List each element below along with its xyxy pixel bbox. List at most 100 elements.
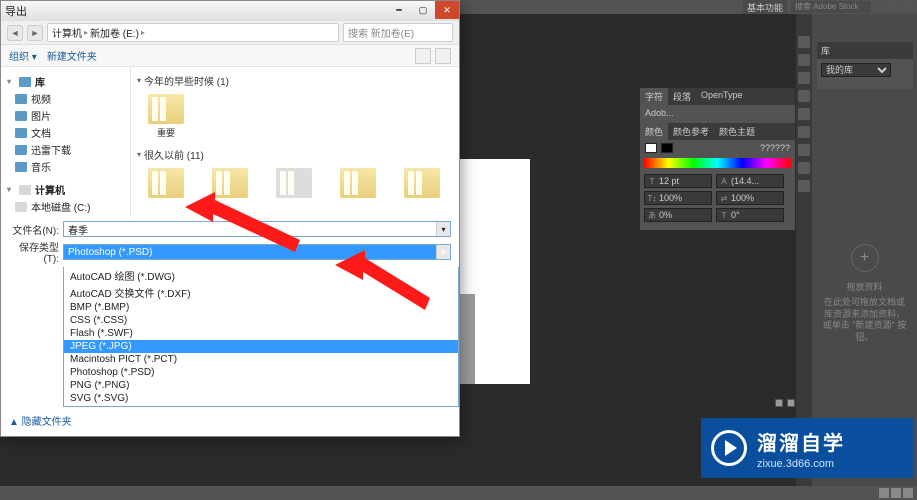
watermark: 溜溜自学 zixue.3d66.com — [701, 418, 913, 478]
filetype-option[interactable]: SVG (*.SVG) — [64, 392, 458, 405]
app-close-button[interactable] — [903, 2, 913, 12]
resize-handles[interactable] — [775, 399, 795, 407]
tree-computer[interactable]: ▾计算机 — [5, 181, 126, 198]
folder-icon — [340, 168, 376, 198]
dialog-maximize-button[interactable]: ▢ — [411, 1, 435, 19]
add-asset-button[interactable]: + — [851, 244, 879, 272]
workspace-switcher[interactable]: 基本功能 — [743, 0, 787, 15]
hide-folders-toggle[interactable]: ▲ 隐藏文件夹 — [9, 413, 72, 428]
nav-tree[interactable]: ▾库 视频 图片 文档 迅雷下载 音乐 ▾计算机 本地磁盘 (C:) 本地磁盘 … — [1, 67, 131, 217]
rail-icon[interactable] — [798, 108, 810, 120]
tree-libraries[interactable]: ▾库 — [5, 73, 126, 90]
library-drop-area[interactable]: + 拖放资料 在此处可拖放文档或库资源来添加资料，或单击 "新建资源" 按钮。 — [822, 244, 907, 344]
dialog-search[interactable]: 搜索 新加卷(E) — [343, 23, 453, 42]
drop-desc: 在此处可拖放文档或库资源来添加资料，或单击 "新建资源" 按钮。 — [822, 297, 907, 344]
color-spectrum[interactable] — [644, 158, 791, 168]
char-tabs: 字符 段落 OpenType — [640, 88, 795, 105]
folder-icon — [15, 128, 27, 138]
tree-item[interactable]: 迅雷下载 — [5, 141, 126, 158]
folder-item[interactable] — [271, 168, 317, 198]
rail-icon[interactable] — [798, 144, 810, 156]
stroke-swatch[interactable] — [661, 143, 673, 153]
nav-forward-button[interactable]: ► — [27, 25, 43, 41]
font-family-field[interactable]: Adob... — [645, 108, 790, 118]
rail-icon[interactable] — [798, 162, 810, 174]
folder-icon — [15, 111, 27, 121]
filetype-option[interactable]: BMP (*.BMP) — [64, 301, 458, 314]
folder-icon — [15, 94, 27, 104]
leading-field[interactable]: A(14.4... — [716, 174, 784, 188]
fill-swatch[interactable] — [645, 143, 657, 153]
status-icon[interactable] — [891, 488, 901, 498]
folder-item[interactable] — [143, 168, 189, 198]
tree-item[interactable]: 本地磁盘 (D:) — [5, 215, 126, 217]
tree-item[interactable]: 视频 — [5, 90, 126, 107]
dialog-close-button[interactable]: ✕ — [435, 1, 459, 19]
tab-color[interactable]: 颜色 — [640, 123, 668, 140]
filetype-option[interactable]: PNG (*.PNG) — [64, 379, 458, 392]
leading-icon: A — [719, 177, 729, 186]
stock-search[interactable]: 搜索 Adobe Stock — [791, 1, 871, 13]
view-mode-button[interactable] — [415, 48, 431, 64]
folder-item[interactable] — [207, 168, 253, 198]
filename-input[interactable]: 春季▾ — [63, 221, 451, 237]
rail-icon[interactable] — [798, 36, 810, 48]
file-list[interactable]: ▾今年的早些时候 (1) 重要 ▾很久以前 (11) — [131, 67, 459, 217]
filetype-option[interactable]: AutoCAD 绘图 (*.DWG) — [64, 267, 458, 284]
filetype-option[interactable]: JPEG (*.JPG) — [64, 340, 458, 353]
tree-item[interactable]: 本地磁盘 (C:) — [5, 198, 126, 215]
file-group[interactable]: ▾今年的早些时候 (1) — [137, 71, 453, 92]
rail-icon[interactable] — [798, 90, 810, 102]
folder-item[interactable]: 重要 — [143, 94, 189, 139]
filetype-combo[interactable]: Photoshop (*.PSD)▾ — [63, 244, 451, 260]
status-bar — [0, 486, 917, 500]
vscale-field[interactable]: T↕100% — [644, 191, 712, 205]
hscale-field[interactable]: ⇄100% — [716, 191, 784, 205]
filetype-dropdown[interactable]: AutoCAD 绘图 (*.DWG)AutoCAD 交换文件 (*.DXF)BM… — [63, 267, 459, 407]
library-tab[interactable]: 库 — [817, 42, 913, 59]
maximize-button[interactable] — [889, 2, 899, 12]
folder-item[interactable] — [335, 168, 381, 198]
play-icon — [711, 430, 747, 466]
font-size-field[interactable]: T12 pt — [644, 174, 712, 188]
rail-icon[interactable] — [798, 72, 810, 84]
folder-item[interactable] — [399, 168, 445, 198]
vscale-icon: T↕ — [647, 194, 657, 203]
filetype-option[interactable]: Macintosh PICT (*.PCT) — [64, 353, 458, 366]
dialog-minimize-button[interactable]: ━ — [387, 1, 411, 19]
dropdown-icon[interactable]: ▾ — [436, 222, 450, 236]
tree-item[interactable]: 图片 — [5, 107, 126, 124]
tab-opentype[interactable]: OpenType — [696, 88, 748, 105]
tab-character[interactable]: 字符 — [640, 88, 668, 105]
new-folder-button[interactable]: 新建文件夹 — [47, 48, 97, 63]
help-button[interactable] — [435, 48, 451, 64]
breadcrumb-part[interactable]: 计算机 — [52, 25, 82, 40]
tab-color-themes[interactable]: 颜色主题 — [714, 123, 760, 140]
status-icon[interactable] — [879, 488, 889, 498]
tree-item[interactable]: 音乐 — [5, 158, 126, 175]
filetype-option[interactable]: Flash (*.SWF) — [64, 327, 458, 340]
nav-back-button[interactable]: ◄ — [7, 25, 23, 41]
filetype-option[interactable]: CSS (*.CSS) — [64, 314, 458, 327]
breadcrumb-part[interactable]: 新加卷 (E:) — [90, 25, 139, 40]
character-panel: 字符 段落 OpenType Adob... 颜色 颜色参考 颜色主题 ????… — [640, 88, 795, 230]
breadcrumb[interactable]: 计算机▸ 新加卷 (E:)▸ — [47, 23, 339, 42]
rail-icon[interactable] — [798, 180, 810, 192]
organize-button[interactable]: 组织 ▾ — [9, 48, 37, 63]
status-icon[interactable] — [903, 488, 913, 498]
baseline-field[interactable]: あ0% — [644, 208, 712, 222]
rail-icon[interactable] — [798, 126, 810, 138]
library-panel: 库 我的库 — [817, 42, 913, 89]
tab-paragraph[interactable]: 段落 — [668, 88, 696, 105]
filetype-option[interactable]: Photoshop (*.PSD) — [64, 366, 458, 379]
dropdown-icon[interactable]: ▾ — [436, 245, 450, 259]
rail-icon[interactable] — [798, 54, 810, 66]
filetype-option[interactable]: AutoCAD 交换文件 (*.DXF) — [64, 284, 458, 301]
dialog-titlebar[interactable]: 导出 ━ ▢ ✕ — [1, 1, 459, 21]
library-selector[interactable]: 我的库 — [821, 63, 891, 77]
tab-color-guide[interactable]: 颜色参考 — [668, 123, 714, 140]
rotation-field[interactable]: T0° — [716, 208, 784, 222]
file-group[interactable]: ▾很久以前 (11) — [137, 145, 453, 166]
tree-item[interactable]: 文档 — [5, 124, 126, 141]
minimize-button[interactable] — [875, 2, 885, 12]
